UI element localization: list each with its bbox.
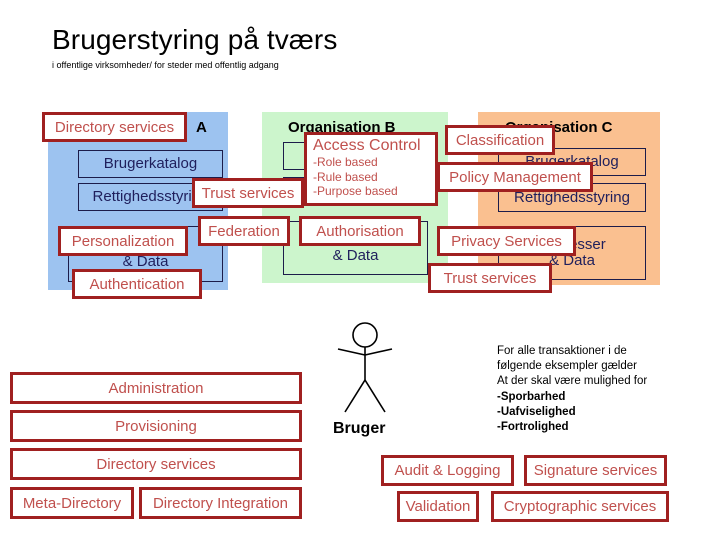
overlay-policy-management[interactable]: Policy Management <box>437 162 593 192</box>
overlay-trust-services-left-label: Trust services <box>201 184 295 202</box>
org-a-box-brugerkatalog-label: Brugerkatalog <box>103 155 198 173</box>
overlay-privacy-services[interactable]: Privacy Services <box>437 226 576 256</box>
org-b-box-processer-line2: & Data <box>332 247 379 264</box>
note-line-2: følgende eksempler gælder <box>497 360 637 373</box>
note-bullet-uafviselighed: -Uafviselighed <box>497 405 576 418</box>
note-line-3: At der skal være mulighed for <box>497 375 648 388</box>
overlay-authentication-label: Authentication <box>89 275 185 293</box>
overlay-directory-services[interactable]: Directory services <box>42 112 187 142</box>
overlay-access-control[interactable]: Access Control -Role based -Rule based -… <box>304 132 438 206</box>
bottom-box-signature-services-label: Signature services <box>533 462 658 479</box>
note-line-1: For alle transaktioner i de <box>497 345 627 357</box>
overlay-personalization-label: Personalization <box>71 232 175 250</box>
overlay-policy-management-label: Policy Management <box>449 168 581 186</box>
bottom-box-directory-integration[interactable]: Directory Integration <box>139 487 302 519</box>
bottom-box-administration[interactable]: Administration <box>10 372 302 404</box>
overlay-access-control-item-purpose: -Purpose based <box>313 184 398 199</box>
overlay-trust-services-right-label: Trust services <box>443 269 537 287</box>
bottom-box-signature-services[interactable]: Signature services <box>524 455 667 486</box>
bottom-box-audit-logging-label: Audit & Logging <box>394 462 501 479</box>
org-a-box-processer-line2: & Data <box>122 253 169 270</box>
overlay-trust-services-left[interactable]: Trust services <box>192 178 304 208</box>
overlay-federation[interactable]: Federation <box>198 216 290 246</box>
bottom-box-validation-label: Validation <box>405 498 471 515</box>
transaction-note: For alle transaktioner i de følgende eks… <box>497 344 697 435</box>
overlay-authentication[interactable]: Authentication <box>72 269 202 299</box>
overlay-directory-services-label: Directory services <box>54 118 175 136</box>
page-subtitle: i offentlige virksomheder/ for steder me… <box>52 60 279 70</box>
bottom-box-audit-logging[interactable]: Audit & Logging <box>381 455 514 486</box>
actor-label-bruger: Bruger <box>333 420 386 437</box>
overlay-authorisation-label: Authorisation <box>316 222 404 240</box>
bottom-box-cryptographic-services[interactable]: Cryptographic services <box>491 491 669 522</box>
page-title: Brugerstyring på tværs <box>52 24 338 55</box>
bottom-box-provisioning[interactable]: Provisioning <box>10 410 302 442</box>
bottom-box-validation[interactable]: Validation <box>397 491 479 522</box>
overlay-access-control-item-role: -Role based <box>313 155 378 170</box>
overlay-classification-label: Classification <box>455 131 545 149</box>
bottom-box-cryptographic-services-label: Cryptographic services <box>503 498 657 515</box>
bottom-box-meta-directory[interactable]: Meta-Directory <box>10 487 134 519</box>
overlay-classification[interactable]: Classification <box>445 125 555 155</box>
overlay-federation-label: Federation <box>208 222 280 240</box>
bottom-box-directory-services-label: Directory services <box>96 455 216 473</box>
bottom-box-directory-services[interactable]: Directory services <box>10 448 302 480</box>
bottom-box-administration-label: Administration <box>108 379 204 397</box>
note-bullet-fortrolighed: -Fortrolighed <box>497 420 569 433</box>
org-label-a: A <box>196 119 207 136</box>
bottom-box-provisioning-label: Provisioning <box>115 417 197 435</box>
overlay-access-control-title: Access Control <box>313 137 421 154</box>
overlay-trust-services-right[interactable]: Trust services <box>428 263 552 293</box>
bottom-box-directory-integration-label: Directory Integration <box>152 494 289 512</box>
overlay-privacy-services-label: Privacy Services <box>451 232 562 250</box>
slide-canvas: Brugerstyring på tværs i offentlige virk… <box>0 0 720 540</box>
bottom-box-meta-directory-label: Meta-Directory <box>22 494 122 512</box>
overlay-personalization[interactable]: Personalization <box>58 226 188 256</box>
org-a-box-brugerkatalog: Brugerkatalog <box>78 150 223 178</box>
note-bullet-sporbarhed: -Sporbarhed <box>497 390 566 403</box>
overlay-authorisation[interactable]: Authorisation <box>299 216 421 246</box>
overlay-access-control-item-rule: -Rule based <box>313 169 378 184</box>
stick-figure-icon <box>337 322 393 413</box>
